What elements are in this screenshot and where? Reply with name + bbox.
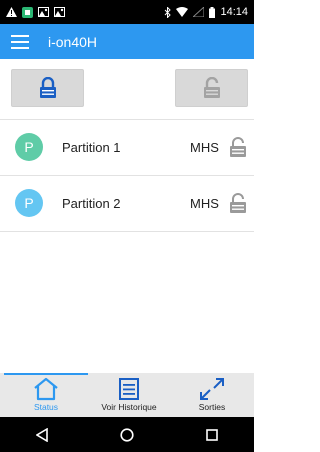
partition-name: Partition 2 [62,195,121,211]
status-bar: 14:14 [0,0,254,24]
app-title: i-on40H [48,33,98,50]
partition-row[interactable]: P Partition 1 MHS [0,119,254,175]
status-time: 14:14 [220,6,248,18]
padlock-open-icon [203,77,220,98]
wifi-icon [176,7,189,17]
nav-label: Voir Historique [101,402,157,412]
avatar-initial: P [24,195,34,211]
outputs-arrows-icon [200,378,224,400]
back-icon [36,427,49,442]
status-bar-right: 14:14 [164,6,248,18]
photo-icon [54,7,65,17]
partition-avatar: P [15,189,43,217]
app-icon [22,6,33,18]
partition-avatar: P [15,133,43,161]
padlock-closed-icon [39,77,56,98]
system-nav-bar [0,417,254,452]
padlock-open-icon [230,136,246,157]
nav-item-outputs[interactable]: Sorties [170,373,254,417]
recents-icon [205,428,218,441]
status-bar-left [6,6,65,18]
app-bar: i-on40H [0,24,254,59]
bottom-nav: Status Voir Historique Sorties [0,373,254,417]
hamburger-menu-icon [11,34,29,49]
padlock-open-icon [230,192,246,213]
partition-status: MHS [190,139,219,155]
warning-icon [6,7,17,17]
partition-lock-button[interactable] [226,191,250,215]
signal-icon [193,7,205,17]
nav-label: Sorties [198,402,226,412]
menu-button[interactable] [0,24,40,59]
list-icon [119,378,139,400]
battery-icon [209,6,216,18]
bluetooth-icon [165,6,172,18]
nav-item-status[interactable]: Status [4,373,88,417]
partition-lock-button[interactable] [226,135,250,159]
home-button[interactable] [107,417,147,452]
home-circle-icon [120,427,134,442]
divider [0,231,254,232]
arm-button[interactable] [11,69,84,107]
partition-row[interactable]: P Partition 2 MHS [0,175,254,231]
avatar-initial: P [24,139,34,155]
nav-item-history[interactable]: Voir Historique [87,373,171,417]
partition-name: Partition 1 [62,139,121,155]
arm-controls [0,69,254,109]
back-button[interactable] [22,417,62,452]
nav-label: Status [33,402,59,412]
recents-button[interactable] [192,417,232,452]
photo-icon [38,7,49,17]
home-icon [34,377,58,401]
partition-status: MHS [190,195,219,211]
disarm-button[interactable] [175,69,248,107]
